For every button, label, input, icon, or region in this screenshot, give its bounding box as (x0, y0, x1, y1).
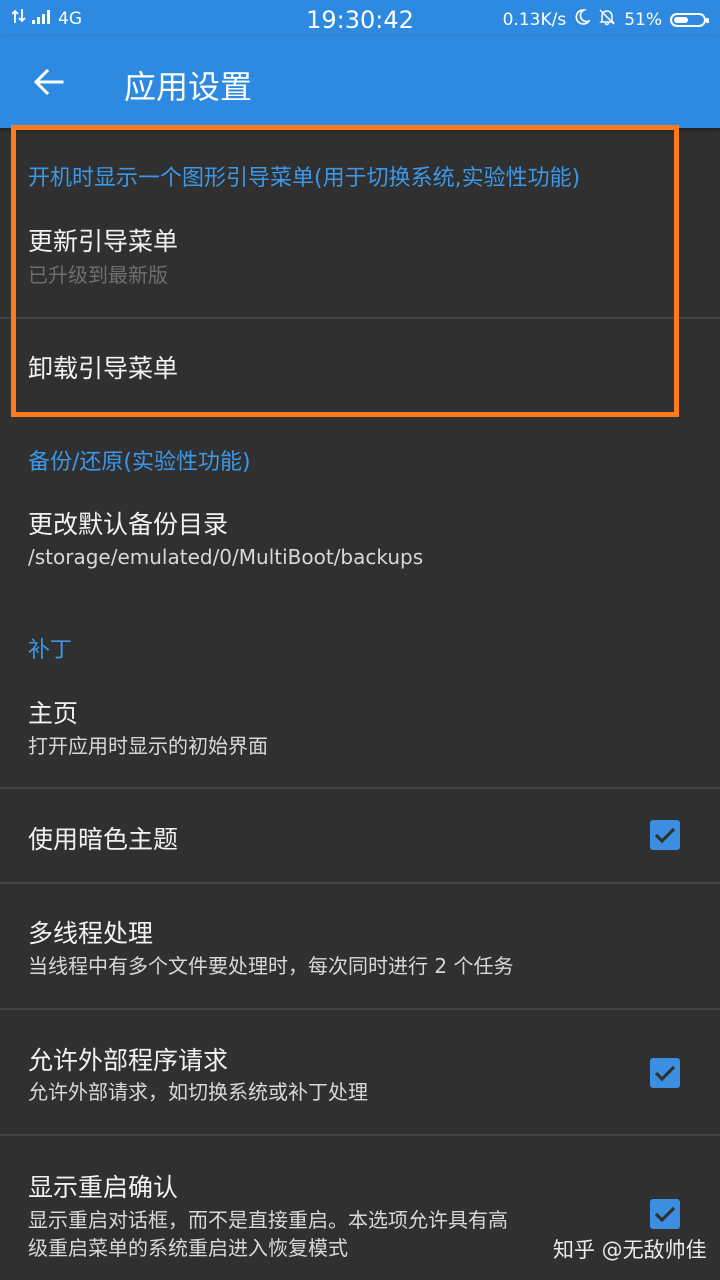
external-request-item[interactable]: 允许外部程序请求 (28, 1041, 228, 1077)
checkmark-icon (654, 827, 676, 844)
section-header-backup: 备份/还原(实验性功能) (28, 450, 251, 475)
multithread-subtitle: 当线程中有多个文件要处理时，每次同时进行 2 个任务 (28, 954, 514, 978)
checkmark-icon (654, 1065, 676, 1082)
bell-muted-icon (598, 8, 616, 31)
homepage-item[interactable]: 主页 (28, 694, 78, 730)
battery-fill (674, 16, 688, 23)
backup-dir-item[interactable]: 更改默认备份目录 (28, 505, 228, 541)
divider (0, 882, 720, 884)
multithread-item[interactable]: 多线程处理 (28, 914, 153, 950)
update-bootmenu-subtitle: 已升级到最新版 (28, 263, 168, 287)
checkmark-icon (654, 1206, 676, 1223)
external-request-checkbox[interactable] (650, 1058, 680, 1088)
dark-theme-item[interactable]: 使用暗色主题 (28, 820, 178, 856)
app-bar: 应用设置 (0, 36, 720, 128)
divider (0, 1008, 720, 1010)
battery-icon (670, 12, 709, 27)
update-bootmenu-item[interactable]: 更新引导菜单 (28, 222, 178, 258)
divider (0, 317, 720, 319)
back-button[interactable] (22, 58, 76, 106)
external-request-subtitle: 允许外部请求，如切换系统或补丁处理 (28, 1080, 368, 1104)
section-header-patch: 补丁 (28, 638, 73, 663)
divider (0, 787, 720, 789)
status-right: 0.13K/s 51% (502, 8, 709, 31)
section-header-bootmenu: 开机时显示一个图形引导菜单(用于切换系统,实验性功能) (28, 166, 581, 191)
page-title: 应用设置 (124, 68, 253, 106)
homepage-subtitle: 打开应用时显示的初始界面 (28, 734, 268, 758)
reboot-confirm-item[interactable]: 显示重启确认 (28, 1168, 178, 1204)
moon-icon (574, 9, 592, 30)
uninstall-bootmenu-item[interactable]: 卸载引导菜单 (28, 349, 178, 385)
dark-theme-checkbox[interactable] (650, 820, 680, 850)
reboot-confirm-checkbox[interactable] (650, 1199, 680, 1229)
network-speed: 0.13K/s (502, 9, 567, 30)
back-arrow-icon (34, 69, 64, 95)
backup-dir-path: /storage/emulated/0/MultiBoot/backups (28, 545, 424, 569)
status-bar: 4G 19:30:42 0.13K/s 51% (0, 0, 720, 36)
watermark: 知乎 @无敌帅佳 (553, 1238, 707, 1262)
reboot-confirm-subtitle-1: 显示重启对话框，而不是直接重启。本选项允许具有高 (28, 1208, 508, 1232)
battery-percent: 51% (624, 9, 662, 30)
reboot-confirm-subtitle-2: 级重启菜单的系统重启进入恢复模式 (28, 1236, 348, 1260)
divider (0, 1134, 720, 1136)
